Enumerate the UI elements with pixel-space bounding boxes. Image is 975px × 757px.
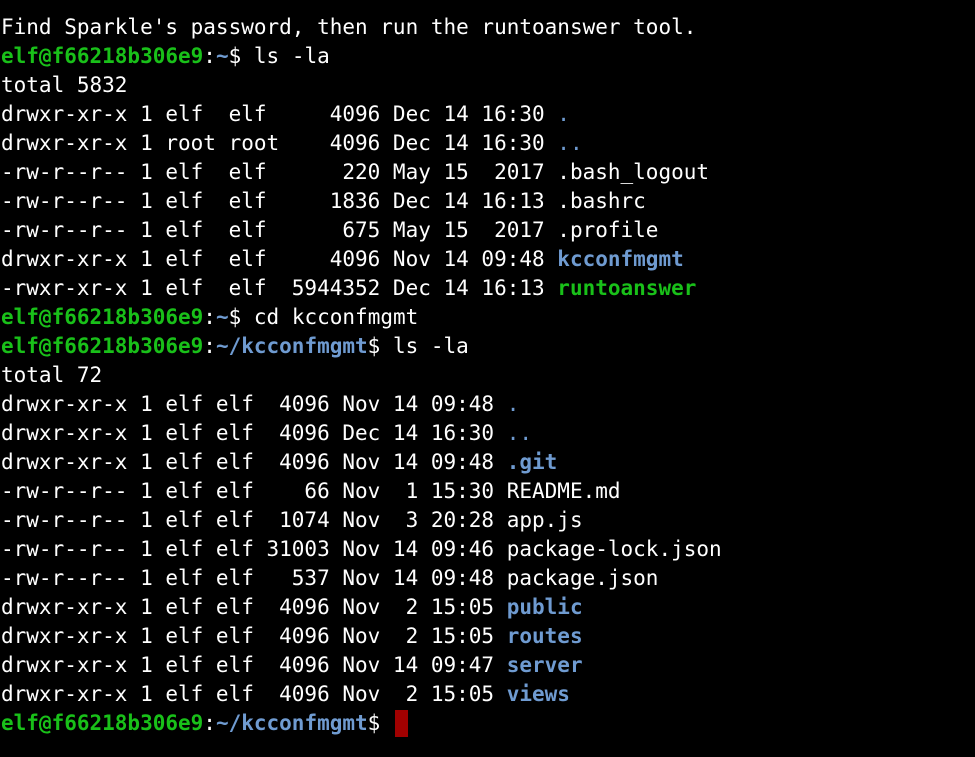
- file-meta: -rw-r--r-- 1 elf elf 537 Nov 14 09:48: [1, 566, 507, 590]
- cursor-block[interactable]: [394, 709, 408, 737]
- file-meta: -rw-r--r-- 1 elf elf 1074 Nov 3 20:28: [1, 508, 507, 532]
- file-meta: drwxr-xr-x 1 elf elf 4096 Nov 2 15:05: [1, 624, 507, 648]
- file-entry: -rw-r--r-- 1 elf elf 66 Nov 1 15:30 READ…: [1, 477, 975, 506]
- intro-text: Find Sparkle's password, then run the ru…: [1, 15, 697, 39]
- file-entry: -rw-r--r-- 1 elf elf 31003 Nov 14 09:46 …: [1, 535, 975, 564]
- file-entry: -rw-r--r-- 1 elf elf 1074 Nov 3 20:28 ap…: [1, 506, 975, 535]
- prompt-line: elf@f66218b306e9:~$ ls -la: [1, 42, 975, 71]
- prompt-path: ~: [215, 44, 229, 68]
- file-name: app.js: [506, 508, 583, 532]
- prompt-separator: :: [203, 44, 216, 68]
- prompt-path: ~: [215, 305, 229, 329]
- file-name: public: [506, 595, 583, 619]
- prompt-user: elf@f66218b306e9: [1, 305, 204, 329]
- file-entry: drwxr-xr-x 1 elf elf 4096 Nov 14 09:48 .…: [1, 448, 975, 477]
- command-text: ls -la: [380, 334, 469, 358]
- file-name: .bash_logout: [557, 160, 710, 184]
- file-name: ..: [506, 421, 533, 445]
- prompt-symbol: $: [367, 711, 381, 735]
- prompt-symbol: $: [228, 305, 242, 329]
- command-text: cd kcconfmgmt: [241, 305, 419, 329]
- prompt-symbol: $: [228, 44, 242, 68]
- prompt-user: elf@f66218b306e9: [1, 711, 204, 735]
- file-name: .git: [506, 450, 558, 474]
- prompt-separator: :: [203, 305, 216, 329]
- file-name: package.json: [506, 566, 659, 590]
- file-meta: drwxr-xr-x 1 elf elf 4096 Nov 14 09:48: [1, 450, 507, 474]
- file-entry: drwxr-xr-x 1 elf elf 4096 Nov 14 09:48 .: [1, 390, 975, 419]
- file-meta: -rw-r--r-- 1 elf elf 675 May 15 2017: [1, 218, 558, 242]
- file-name: .: [506, 392, 520, 416]
- file-meta: drwxr-xr-x 1 elf elf 4096 Dec 14 16:30: [1, 421, 507, 445]
- prompt-user: elf@f66218b306e9: [1, 44, 204, 68]
- prompt-separator: :: [203, 711, 216, 735]
- prompt-symbol: $: [367, 334, 381, 358]
- file-entry: drwxr-xr-x 1 elf elf 4096 Dec 14 16:30 .…: [1, 419, 975, 448]
- total-text: total 72: [1, 363, 103, 387]
- file-name: .profile: [557, 218, 659, 242]
- file-name: routes: [506, 624, 583, 648]
- file-meta: drwxr-xr-x 1 elf elf 4096 Nov 14 09:48: [1, 392, 507, 416]
- file-meta: drwxr-xr-x 1 elf elf 4096 Nov 2 15:05: [1, 595, 507, 619]
- file-entry: -rw-r--r-- 1 elf elf 220 May 15 2017 .ba…: [1, 158, 975, 187]
- file-name: package-lock.json: [506, 537, 722, 561]
- file-entry: drwxr-xr-x 1 elf elf 4096 Nov 2 15:05 pu…: [1, 593, 975, 622]
- file-entry: drwxr-xr-x 1 elf elf 4096 Nov 2 15:05 ro…: [1, 622, 975, 651]
- file-name: kcconfmgmt: [557, 247, 684, 271]
- prompt-line: elf@f66218b306e9:~/kcconfmgmt$ ls -la: [1, 332, 975, 361]
- file-meta: drwxr-xr-x 1 elf elf 4096 Nov 14 09:48: [1, 247, 558, 271]
- file-entry: drwxr-xr-x 1 root root 4096 Dec 14 16:30…: [1, 129, 975, 158]
- file-entry: drwxr-xr-x 1 elf elf 4096 Nov 14 09:48 k…: [1, 245, 975, 274]
- prompt-path: ~/kcconfmgmt: [215, 334, 368, 358]
- prompt-line: elf@f66218b306e9:~$ cd kcconfmgmt: [1, 303, 975, 332]
- file-name: ..: [557, 131, 583, 155]
- file-meta: drwxr-xr-x 1 elf elf 4096 Dec 14 16:30: [1, 102, 558, 126]
- file-entry: -rw-r--r-- 1 elf elf 675 May 15 2017 .pr…: [1, 216, 975, 245]
- file-name: README.md: [506, 479, 621, 503]
- file-meta: -rw-r--r-- 1 elf elf 31003 Nov 14 09:46: [1, 537, 507, 561]
- file-meta: drwxr-xr-x 1 root root 4096 Dec 14 16:30: [1, 131, 558, 155]
- file-name: .bashrc: [557, 189, 646, 213]
- file-meta: -rw-r--r-- 1 elf elf 66 Nov 1 15:30: [1, 479, 507, 503]
- terminal-window[interactable]: Find Sparkle's password, then run the ru…: [0, 0, 975, 757]
- file-meta: -rw-r--r-- 1 elf elf 1836 Dec 14 16:13: [1, 189, 558, 213]
- file-name: .: [557, 102, 570, 126]
- file-entry: -rw-r--r-- 1 elf elf 537 Nov 14 09:48 pa…: [1, 564, 975, 593]
- file-entry: drwxr-xr-x 1 elf elf 4096 Nov 14 09:47 s…: [1, 651, 975, 680]
- command-input[interactable]: [380, 711, 393, 735]
- prompt-line-active[interactable]: elf@f66218b306e9:~/kcconfmgmt$: [1, 709, 975, 738]
- command-text: ls -la: [241, 44, 330, 68]
- intro-message: Find Sparkle's password, then run the ru…: [1, 13, 975, 42]
- prompt-separator: :: [203, 334, 216, 358]
- prompt-user: elf@f66218b306e9: [1, 334, 204, 358]
- prompt-path: ~/kcconfmgmt: [215, 711, 368, 735]
- file-meta: -rwxr-xr-x 1 elf elf 5944352 Dec 14 16:1…: [1, 276, 558, 300]
- file-meta: drwxr-xr-x 1 elf elf 4096 Nov 2 15:05: [1, 682, 507, 706]
- total-text: total 5832: [1, 73, 128, 97]
- file-entry: drwxr-xr-x 1 elf elf 4096 Nov 2 15:05 vi…: [1, 680, 975, 709]
- file-name: server: [506, 653, 583, 677]
- listing-total: total 5832: [1, 71, 975, 100]
- file-meta: drwxr-xr-x 1 elf elf 4096 Nov 14 09:47: [1, 653, 507, 677]
- file-name: views: [506, 682, 570, 706]
- file-entry: -rw-r--r-- 1 elf elf 1836 Dec 14 16:13 .…: [1, 187, 975, 216]
- file-name: runtoanswer: [557, 276, 697, 300]
- file-meta: -rw-r--r-- 1 elf elf 220 May 15 2017: [1, 160, 558, 184]
- listing-total: total 72: [1, 361, 975, 390]
- file-entry: drwxr-xr-x 1 elf elf 4096 Dec 14 16:30 .: [1, 100, 975, 129]
- file-entry: -rwxr-xr-x 1 elf elf 5944352 Dec 14 16:1…: [1, 274, 975, 303]
